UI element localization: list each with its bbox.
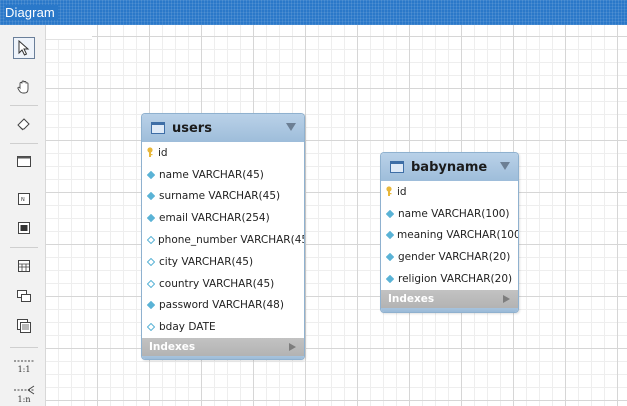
collapse-arrow-icon[interactable] (500, 162, 510, 170)
column-row[interactable]: surname VARCHAR(45) (142, 186, 304, 208)
table-icon (390, 161, 404, 173)
column-label: id (397, 185, 407, 198)
indexes-section[interactable]: Indexes (381, 289, 518, 308)
collapse-arrow-icon[interactable] (286, 123, 296, 131)
column-empty-diamond-icon (147, 257, 156, 266)
column-empty-diamond-icon (147, 236, 155, 245)
primary-key-icon (147, 147, 155, 158)
column-row[interactable]: name VARCHAR(45) (142, 164, 304, 186)
table-users[interactable]: users id name VARCHAR(45) surname VARCHAR(… (141, 113, 305, 360)
column-label: meaning VARCHAR(100) (397, 229, 519, 242)
expand-arrow-icon[interactable] (289, 343, 296, 352)
column-row[interactable]: gender VARCHAR(20) (381, 246, 518, 268)
column-label: city VARCHAR(45) (159, 255, 254, 268)
table-header[interactable]: babyname (381, 153, 518, 181)
column-filled-diamond-icon (147, 170, 156, 179)
table-name: users (172, 120, 212, 136)
hand-tool-button[interactable] (13, 76, 35, 98)
diagram-title: Diagram (5, 5, 58, 20)
column-row[interactable]: id (142, 142, 304, 164)
indexes-label: Indexes (149, 341, 196, 354)
column-label: surname VARCHAR(45) (159, 190, 281, 203)
indexes-label: Indexes (388, 292, 435, 305)
column-filled-diamond-icon (386, 275, 395, 284)
column-label: id (158, 146, 168, 159)
indexes-section[interactable]: Indexes (142, 338, 304, 357)
table-name: babyname (411, 159, 488, 175)
column-label: gender VARCHAR(20) (398, 251, 511, 264)
column-empty-diamond-icon (147, 323, 156, 332)
relationship-one-to-many-icon (14, 385, 35, 395)
column-row[interactable]: religion VARCHAR(20) (381, 268, 518, 290)
column-label: name VARCHAR(100) (398, 207, 510, 220)
layer-tool-button[interactable] (13, 150, 35, 172)
primary-key-icon (386, 186, 394, 197)
table-tool-button[interactable] (13, 255, 35, 277)
table-icon (18, 260, 30, 272)
hand-icon (17, 80, 29, 94)
expand-arrow-icon[interactable] (503, 294, 510, 303)
routine-group-tool-button[interactable] (13, 315, 35, 337)
column-filled-diamond-icon (386, 231, 394, 240)
diagram-title-bar: Diagram (0, 0, 627, 25)
column-row[interactable]: meaning VARCHAR(100) (381, 225, 518, 247)
column-row[interactable]: country VARCHAR(45) (142, 273, 304, 295)
view-icon (17, 290, 31, 302)
column-row[interactable]: city VARCHAR(45) (142, 251, 304, 273)
table-babyname[interactable]: babyname id name VARCHAR(100) meaning VARC… (380, 152, 519, 313)
column-label: religion VARCHAR(20) (398, 273, 513, 286)
routine-group-icon (17, 319, 31, 333)
pointer-icon (18, 40, 30, 56)
relationship-1-n-label: 1:n (17, 395, 31, 404)
diagram-toolbar: N 1:1 1:n (0, 25, 46, 406)
column-label: name VARCHAR(45) (159, 168, 264, 181)
table-footer (142, 356, 304, 359)
column-label: email VARCHAR(254) (159, 212, 270, 225)
eraser-icon (17, 118, 30, 131)
relationship-one-to-one-icon (14, 360, 34, 362)
column-list: id name VARCHAR(45) surname VARCHAR(45) ema… (142, 142, 304, 339)
canvas-ruler-corner (46, 25, 92, 40)
column-filled-diamond-icon (147, 214, 156, 223)
pointer-tool-button[interactable] (13, 37, 35, 59)
table-header[interactable]: users (142, 114, 304, 142)
column-row[interactable]: phone_number VARCHAR(45) (142, 229, 304, 251)
column-row[interactable]: email VARCHAR(254) (142, 207, 304, 229)
column-row[interactable]: password VARCHAR(48) (142, 295, 304, 317)
column-filled-diamond-icon (386, 209, 395, 218)
table-icon (151, 122, 165, 134)
diagram-canvas[interactable]: users id name VARCHAR(45) surname VARCHAR(… (46, 25, 627, 406)
view-tool-button[interactable] (13, 285, 35, 307)
note-icon: N (18, 193, 30, 205)
eraser-tool-button[interactable] (13, 113, 35, 135)
relationship-1-1-label: 1:1 (17, 365, 31, 374)
column-list: id name VARCHAR(100) meaning VARCHAR(100) g… (381, 181, 518, 290)
column-filled-diamond-icon (147, 301, 156, 310)
column-row[interactable]: name VARCHAR(100) (381, 203, 518, 225)
note-tool-button[interactable]: N (13, 188, 35, 210)
column-row[interactable]: bday DATE (142, 316, 304, 338)
table-footer (381, 307, 518, 312)
svg-text:N: N (21, 197, 25, 203)
column-label: password VARCHAR(48) (159, 299, 284, 312)
column-row[interactable]: id (381, 181, 518, 203)
image-icon (18, 222, 30, 234)
column-label: bday DATE (159, 321, 216, 334)
column-label: phone_number VARCHAR(45) (158, 234, 305, 247)
column-label: country VARCHAR(45) (159, 277, 275, 290)
column-empty-diamond-icon (147, 279, 156, 288)
column-filled-diamond-icon (147, 192, 156, 201)
column-filled-diamond-icon (386, 253, 395, 262)
layer-icon (17, 156, 31, 167)
image-tool-button[interactable] (13, 217, 35, 239)
